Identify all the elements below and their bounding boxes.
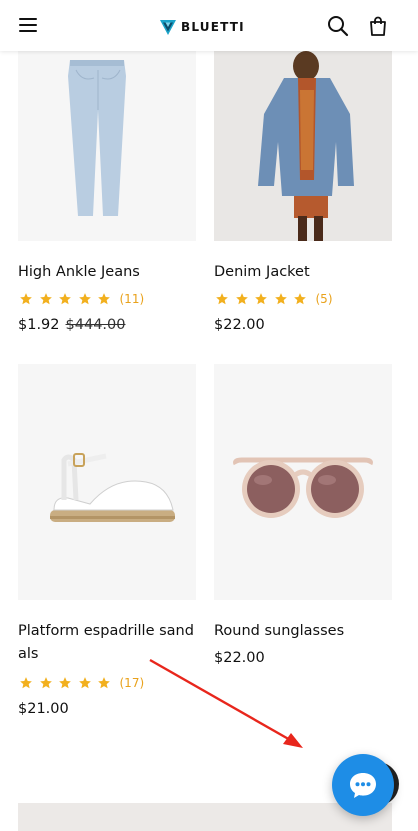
menu-icon[interactable] — [19, 18, 37, 33]
star-icon — [78, 677, 91, 689]
product-rating: (11) — [19, 291, 144, 307]
star-icon — [20, 677, 32, 689]
product-price: $22.00 — [214, 317, 265, 333]
chat-bubble-icon — [350, 773, 376, 798]
brand-logo[interactable]: BLUETTI — [159, 17, 245, 37]
product-image-jeans[interactable] — [18, 30, 196, 241]
sale-price: $22.00 — [214, 650, 265, 666]
product-title[interactable]: High Ankle Jeans — [18, 261, 140, 284]
star-icon — [235, 293, 248, 305]
sale-price: $21.00 — [18, 701, 69, 717]
sale-price: $1.92 — [18, 317, 60, 333]
jeans-illustration — [68, 60, 126, 216]
product-rating: (17) — [19, 675, 144, 691]
sandal-illustration — [50, 453, 175, 522]
product-rating: (5) — [215, 291, 333, 307]
star-icon — [274, 293, 287, 305]
original-price: $444.00 — [65, 317, 126, 333]
star-icon — [98, 293, 110, 305]
product-image-denim-jacket[interactable] — [214, 30, 392, 241]
star-icon — [39, 293, 52, 305]
shopping-bag-icon[interactable] — [367, 15, 389, 37]
product-title[interactable]: Platform espadrille sand als — [18, 620, 194, 666]
star-icon — [59, 677, 71, 689]
star-icon — [98, 677, 110, 689]
star-icon — [39, 677, 52, 689]
product-image-sandals[interactable] — [18, 364, 196, 600]
product-price: $22.00 — [214, 650, 265, 666]
product-price: $1.92 $444.00 — [18, 317, 125, 333]
bluetti-logo-icon — [160, 20, 176, 35]
star-icon — [78, 293, 91, 305]
star-icon — [294, 293, 306, 305]
product-title-line: als — [18, 646, 39, 662]
product-title-line: Platform espadrille sand — [18, 623, 194, 639]
product-title[interactable]: Denim Jacket — [214, 261, 310, 284]
next-product-image[interactable] — [18, 803, 392, 831]
star-icon — [20, 293, 32, 305]
product-image-sunglasses[interactable] — [214, 364, 392, 600]
rating-count: (11) — [119, 292, 145, 306]
star-icon — [255, 293, 267, 305]
rating-count: (17) — [119, 676, 145, 690]
product-title[interactable]: Round sunglasses — [214, 620, 344, 643]
jacket-illustration — [258, 51, 354, 241]
logo-text: BLUETTI — [181, 20, 245, 34]
sale-price: $22.00 — [214, 317, 265, 333]
site-header: BLUETTI — [0, 0, 418, 51]
product-price: $21.00 — [18, 701, 69, 717]
star-icon — [59, 293, 71, 305]
search-icon[interactable] — [327, 15, 349, 37]
sunglasses-illustration — [233, 457, 373, 518]
rating-count: (5) — [315, 292, 333, 306]
star-icon — [216, 293, 228, 305]
chat-button[interactable] — [332, 754, 394, 816]
